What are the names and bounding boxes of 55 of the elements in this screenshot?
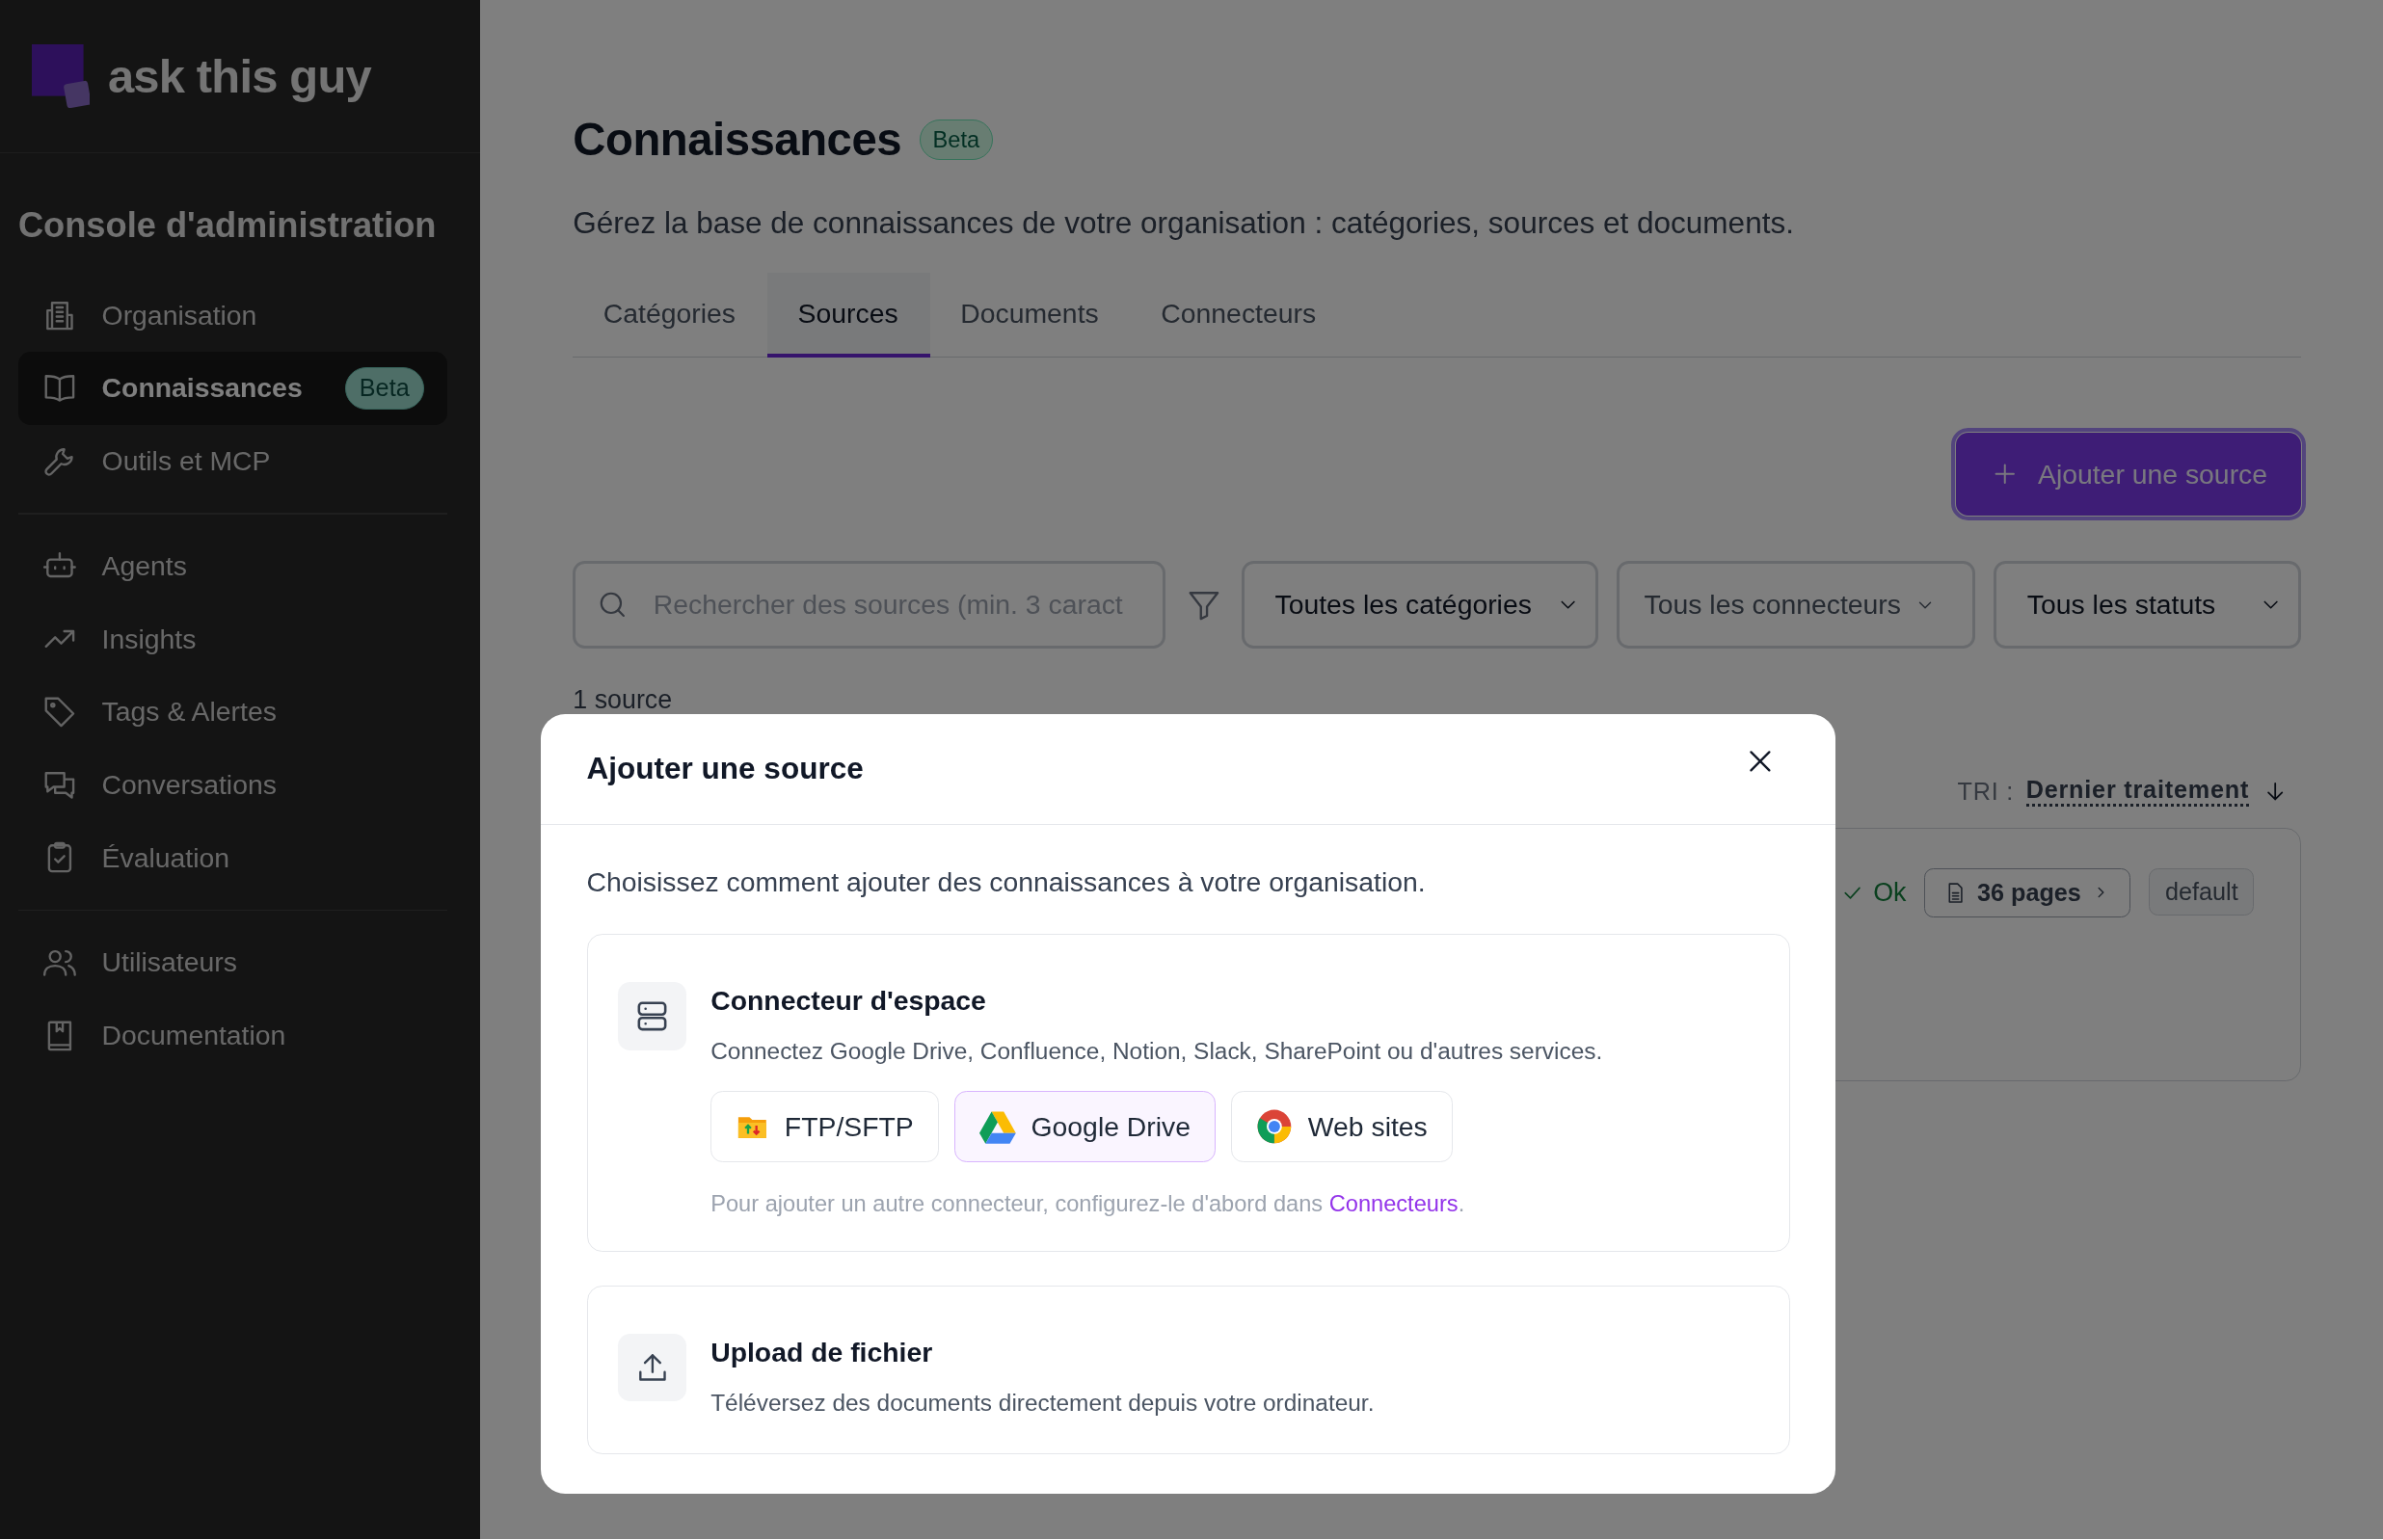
tab[interactable]: Sources [767,272,930,358]
tab[interactable]: Catégories [573,272,768,358]
sort-selector[interactable]: Dernier traitement [2025,776,2250,808]
pages-chip[interactable]: 36 pages [1924,868,2131,917]
option-card[interactable] [586,934,1791,1252]
connector-button[interactable]: Web sites [1231,1091,1453,1163]
filter-dropdown[interactable]: Tous les connecteurs [1617,560,1976,650]
connector-note: Pour ajouter un autre connecteur, configurez-le d'abord dans Connecteurs. [710,1191,1466,1218]
tab[interactable]: Documents [929,272,1131,358]
sidebar-item[interactable]: Tags & Alertes [17,675,447,749]
option-title: Upload de fichier [710,1336,934,1368]
sidebar-item[interactable]: Outils et MCP [17,424,447,498]
category-tag: default [2149,868,2255,916]
sidebar-item-label: Outils et MCP [101,445,271,478]
sidebar-item-label: Insights [101,623,197,655]
filter-dropdown[interactable]: Toutes les catégories [1241,560,1599,650]
beta-badge: Beta [344,367,424,410]
connector-button[interactable]: FTP/SFTP [710,1091,939,1163]
sidebar-item-label: Agents [101,549,187,582]
triangle-logo-icon [978,1110,1016,1144]
dialog-intro: Choisissez comment ajouter des connaissances à votre organisation. [586,865,1427,898]
sidebar-item-label: Évaluation [101,841,230,874]
sidebar-item-label: Tags & Alertes [101,696,277,729]
sidebar-heading: Console d'administration [17,204,438,246]
result-count: 1 source [573,685,674,716]
sidebar-item-label: Organisation [101,299,257,332]
logo-icon [32,44,90,109]
sidebar-item[interactable]: Évaluation [17,821,447,894]
sidebar-item-label: Utilisateurs [101,946,237,979]
connector-button[interactable]: Google Drive [953,1091,1217,1163]
sidebar-item-label: Connaissances [101,372,303,405]
sidebar-item-label: Conversations [101,768,277,801]
tab[interactable]: Connecteurs [1130,272,1349,358]
option-card[interactable]: Upload de fichier Téléversez des documents directement depuis votre ordinateur. [586,1285,1791,1454]
filter-dropdown[interactable]: Tous les statuts [1994,560,2301,650]
status-text: Ok [1873,877,1907,908]
dialog-title: Ajouter une source [586,751,864,787]
sidebar-item[interactable]: Organisation [17,279,447,353]
sidebar-item[interactable]: Insights [17,602,447,676]
round-logo-icon [1256,1108,1294,1146]
sidebar-item[interactable]: Conversations [17,748,447,822]
connectors-link[interactable]: Connecteurs [1328,1191,1459,1217]
sidebar-item[interactable]: Agents [17,529,447,603]
sidebar-item[interactable]: Documentation [17,998,447,1073]
page-subtitle: Gérez la base de connaissances de votre organisation : catégories, sources et documents. [573,204,1795,241]
beta-badge: Beta [919,119,993,160]
option-title: Connecteur d'espace [710,985,987,1018]
sort-label: TRI : [1957,777,2015,806]
page-title: Connaissances [573,112,902,167]
option-description: Connectez Google Drive, Confluence, Notion, Slack, SharePoint ou d'autres services. [710,1038,1603,1066]
option-description: Téléversez des documents directement depuis votre ordinateur. [710,1389,1375,1417]
sidebar-item-label: Documentation [101,1020,286,1051]
sidebar-item[interactable]: Utilisateurs [17,926,447,999]
sidebar-item[interactable]: Connaissances Beta [17,352,447,425]
logo-text: ask this guy [107,49,371,104]
